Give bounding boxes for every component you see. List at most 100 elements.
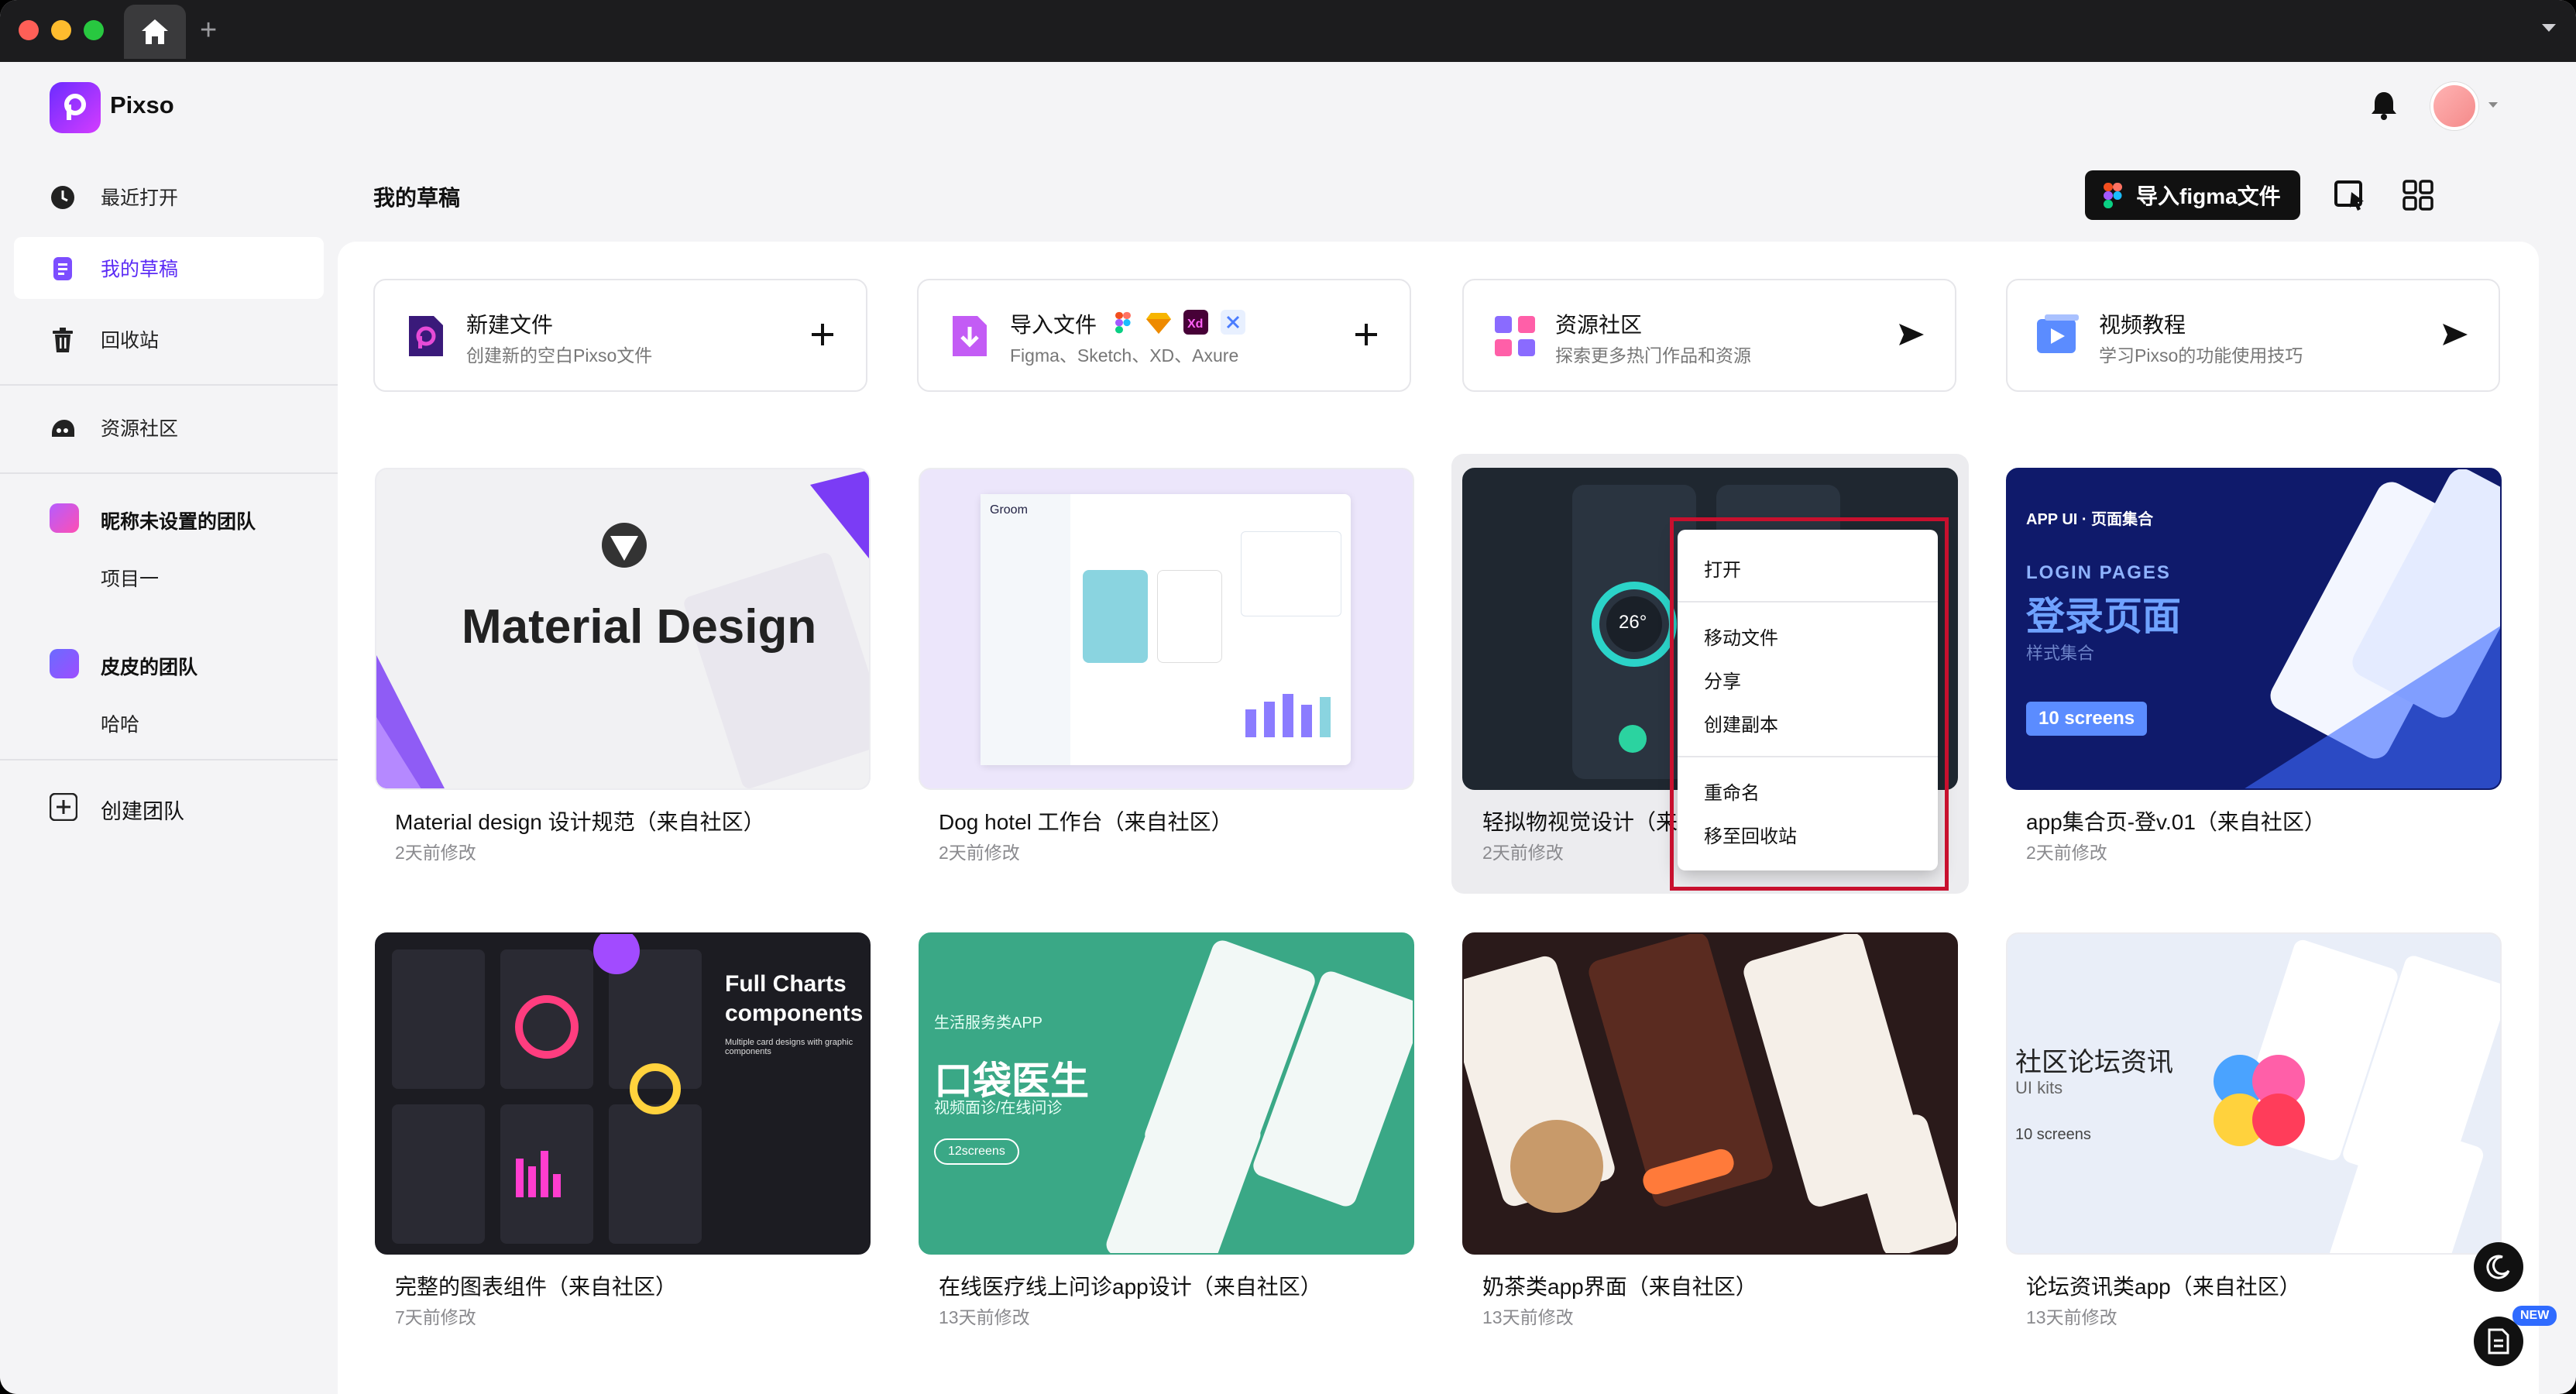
create-team-button[interactable]: 创建团队 <box>101 795 184 825</box>
thumbnail-badge: 10 screens <box>2026 702 2148 736</box>
clock-icon <box>51 186 74 209</box>
sidebar-divider <box>0 759 338 761</box>
file-card[interactable]: Full Charts components Multiple card des… <box>375 932 871 1366</box>
file-name: Dog hotel 工作台（来自社区） <box>939 810 1233 834</box>
file-name: 论坛资讯类app（来自社区） <box>2026 1275 2301 1299</box>
sidebar-item-label: 我的草稿 <box>101 259 179 280</box>
xd-icon: Xd <box>1183 310 1208 335</box>
sidebar-item-label: 最近打开 <box>101 187 179 209</box>
file-thumbnail[interactable]: 社区论坛资讯 UI kits 10 screens <box>2006 932 2502 1255</box>
file-modified-date: 7天前修改 <box>395 1307 476 1327</box>
sketch-icon <box>1146 313 1171 334</box>
file-card[interactable]: Groom Dog hotel 工作台（来自社区） 2天前修改 <box>919 468 1414 901</box>
team-avatar-icon <box>50 503 79 533</box>
file-modified-date: 13天前修改 <box>2026 1307 2117 1327</box>
sidebar-item-community[interactable]: 资源社区 <box>14 397 324 458</box>
quick-action-title: 资源社区 <box>1555 313 1643 337</box>
thumbnail-note: 样式集合 <box>2026 644 2095 663</box>
file-card[interactable]: 社区论坛资讯 UI kits 10 screens 论坛资讯类app（来自社区）… <box>2006 932 2502 1366</box>
sidebar-team-name[interactable]: 昵称未设置的团队 <box>101 506 256 534</box>
trash-icon <box>53 328 73 352</box>
quick-action-subtitle: 创建新的空白Pixso文件 <box>466 345 653 366</box>
plus-icon[interactable] <box>1351 319 1382 350</box>
send-icon[interactable] <box>1896 319 1927 350</box>
sidebar-project-item[interactable]: 哈哈 <box>101 709 139 737</box>
thumbnail-title: Full Charts components <box>725 971 864 1026</box>
maximize-window-button[interactable] <box>84 20 104 40</box>
title-bar: + <box>0 0 2576 62</box>
quick-action-subtitle: 探索更多热门作品和资源 <box>1555 345 1751 366</box>
home-tab[interactable] <box>124 5 186 59</box>
app-window: + Pixso 最近打开 我的草稿 回收站 资源社区 昵称未设置的团队 项目一 … <box>0 0 2576 1394</box>
sidebar-project-item[interactable]: 项目一 <box>101 564 159 592</box>
file-card[interactable]: 奶茶类app界面（来自社区） 13天前修改 <box>1462 932 1958 1366</box>
figma-icon <box>2104 183 2122 208</box>
thumbnail-subtitle: LOGIN PAGES <box>2026 562 2171 583</box>
figma-icon <box>1115 311 1131 334</box>
file-thumbnail[interactable]: Material Design <box>375 468 871 790</box>
window-menu-chevron-icon[interactable] <box>2540 22 2557 34</box>
file-name: Material design 设计规范（来自社区） <box>395 810 765 834</box>
team-avatar-icon <box>50 649 79 678</box>
file-card[interactable]: 生活服务类APP 口袋医生 视频面诊/在线问诊 12screens 在线医疗线上… <box>919 932 1414 1366</box>
file-name: app集合页-登v.01（来自社区） <box>2026 810 2326 834</box>
notification-bell-icon[interactable] <box>2370 90 2398 121</box>
community-icon <box>1495 316 1535 356</box>
file-card[interactable]: Material Design Material design 设计规范（来自社… <box>375 468 871 901</box>
thumbnail-eyebrow: APP UI · 页面集合 <box>2026 511 2154 528</box>
thumbnail-badge: 12screens <box>934 1138 1019 1165</box>
send-icon[interactable] <box>2440 319 2471 350</box>
file-thumbnail[interactable] <box>1462 932 1958 1255</box>
add-team-icon[interactable] <box>50 793 77 821</box>
axure-icon <box>1221 310 1245 335</box>
file-modified-date: 13天前修改 <box>939 1307 1030 1327</box>
file-thumbnail[interactable]: 生活服务类APP 口袋医生 视频面诊/在线问诊 12screens <box>919 932 1414 1255</box>
quick-action-community[interactable]: 资源社区 探索更多热门作品和资源 <box>1462 279 1956 392</box>
file-modified-date: 13天前修改 <box>1482 1307 1574 1327</box>
thumbnail-subtitle: Multiple card designs with graphic compo… <box>725 1038 854 1056</box>
sidebar-item-recent[interactable]: 最近打开 <box>14 166 324 228</box>
quick-action-video[interactable]: 视频教程 学习Pixso的功能使用技巧 <box>2006 279 2500 392</box>
file-thumbnail[interactable]: Groom <box>919 468 1414 790</box>
close-window-button[interactable] <box>19 20 39 40</box>
pixso-logo <box>50 82 101 133</box>
thumbnail-title: Material Design <box>462 600 817 654</box>
plus-icon[interactable] <box>807 319 838 350</box>
material-logo-icon <box>602 523 647 568</box>
quick-action-title: 视频教程 <box>2099 313 2186 337</box>
file-thumbnail[interactable]: APP UI · 页面集合 LOGIN PAGES 登录页面 样式集合 10 s… <box>2006 468 2502 790</box>
user-avatar[interactable] <box>2430 82 2478 130</box>
sidebar-item-drafts[interactable]: 我的草稿 <box>14 237 324 299</box>
file-name: 在线医疗线上问诊app设计（来自社区） <box>939 1275 1322 1299</box>
file-modified-date: 2天前修改 <box>1482 843 1564 863</box>
quick-action-import-file[interactable]: 导入文件 Figma、Sketch、XD、Axure Xd <box>917 279 1411 392</box>
dark-mode-toggle-button[interactable] <box>2474 1242 2523 1292</box>
sidebar-team-name[interactable]: 皮皮的团队 <box>101 652 197 680</box>
file-thumbnail[interactable]: Full Charts components Multiple card des… <box>375 932 871 1255</box>
quick-action-new-file[interactable]: 新建文件 创建新的空白Pixso文件 <box>373 279 867 392</box>
drafts-icon <box>53 257 72 280</box>
chevron-down-icon[interactable] <box>2488 101 2499 108</box>
sidebar-item-trash[interactable]: 回收站 <box>14 308 324 370</box>
import-figma-button[interactable]: 导入figma文件 <box>2085 170 2300 220</box>
new-tab-button[interactable]: + <box>200 11 217 50</box>
thumbnail-title: 社区论坛资讯 <box>2015 1048 2173 1077</box>
file-name: 完整的图表组件（来自社区） <box>395 1275 678 1299</box>
community-icon <box>52 420 74 437</box>
minimize-window-button[interactable] <box>51 20 71 40</box>
thumbnail-subtitle: 视频面诊/在线问诊 <box>934 1100 1063 1117</box>
present-cursor-icon[interactable] <box>2333 178 2367 212</box>
quick-action-title: 新建文件 <box>466 313 554 337</box>
file-modified-date: 2天前修改 <box>2026 843 2107 863</box>
grid-view-icon[interactable] <box>2401 178 2435 212</box>
svg-text:Xd: Xd <box>1187 318 1203 331</box>
quick-action-subtitle: 学习Pixso的功能使用技巧 <box>2099 345 2303 366</box>
home-icon <box>142 19 168 44</box>
thumbnail-badge: 10 screens <box>2015 1126 2091 1143</box>
file-modified-date: 2天前修改 <box>395 843 476 863</box>
thumbnail-eyebrow: 生活服务类APP <box>934 1015 1043 1032</box>
file-card[interactable]: APP UI · 页面集合 LOGIN PAGES 登录页面 样式集合 10 s… <box>2006 468 2502 901</box>
new-file-icon <box>409 316 443 356</box>
thumbnail-title: Groom <box>990 503 1028 517</box>
thumbnail-subtitle: UI kits <box>2015 1078 2063 1097</box>
